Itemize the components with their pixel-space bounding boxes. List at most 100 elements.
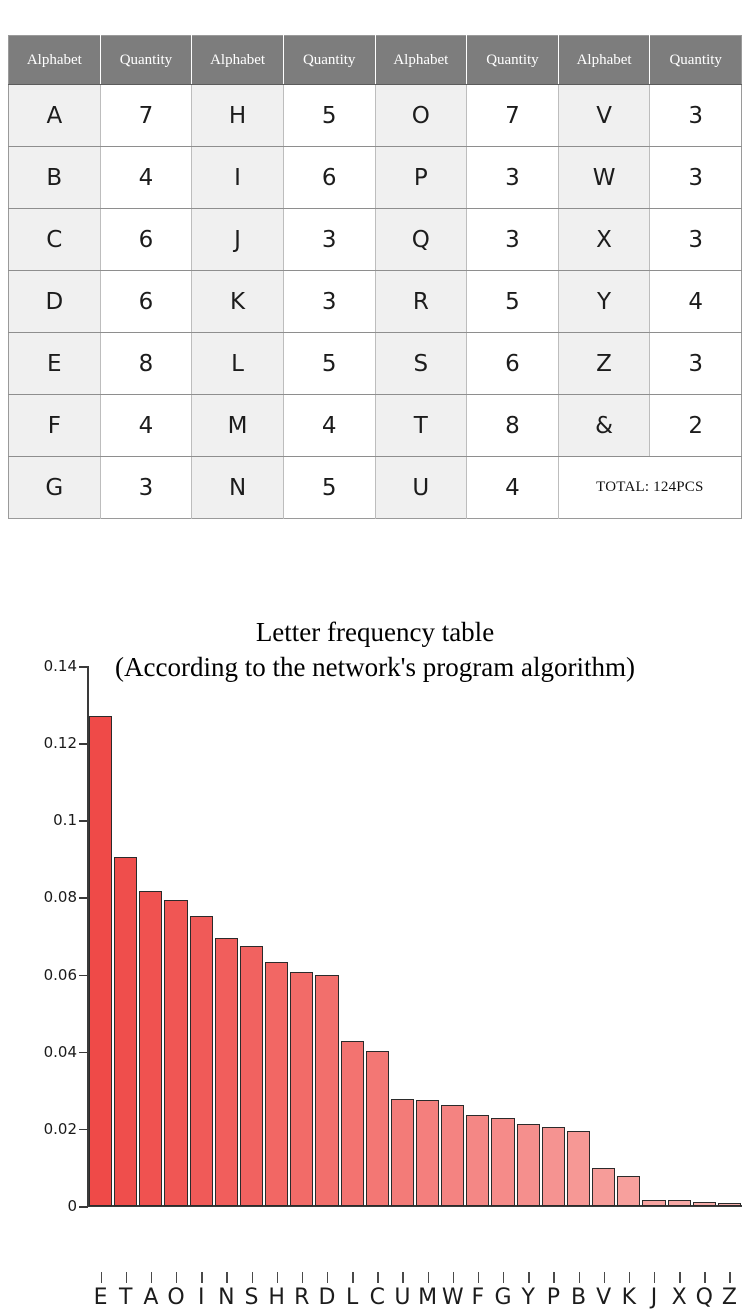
cell-quantity: 8 xyxy=(100,332,193,395)
x-axis-tick-mark xyxy=(226,1272,228,1283)
cell-alphabet: C xyxy=(8,208,101,271)
cell-alphabet: I xyxy=(191,146,284,209)
chart-bar xyxy=(592,1168,616,1206)
x-axis-tick-mark xyxy=(503,1272,505,1283)
cell-alphabet: Z xyxy=(558,332,651,395)
table-header-row: Alphabet Quantity Alphabet Quantity Alph… xyxy=(8,35,742,85)
cell-quantity: 4 xyxy=(283,394,376,457)
column-header-alphabet-4: Alphabet xyxy=(558,35,651,85)
x-axis-tick-label: R xyxy=(294,1285,310,1310)
y-axis-tick-mark xyxy=(79,1206,88,1208)
cell-alphabet: & xyxy=(558,394,651,457)
x-axis-tick-mark xyxy=(100,1272,102,1283)
x-axis-tick-mark xyxy=(201,1272,203,1283)
column-header-quantity-1: Quantity xyxy=(100,35,193,85)
x-axis-tick-label: J xyxy=(650,1285,658,1310)
chart-bar xyxy=(189,915,213,1206)
x-axis-tick-mark xyxy=(452,1272,455,1283)
cell-quantity: 3 xyxy=(649,84,742,147)
y-axis-tick-mark xyxy=(79,1051,88,1054)
x-axis-tick-mark xyxy=(553,1272,555,1283)
x-axis-tick-mark xyxy=(402,1272,404,1283)
table-row: F 4 M 4 T 8 & 2 xyxy=(8,394,742,457)
cell-alphabet: U xyxy=(375,456,468,519)
x-axis-tick-label: N xyxy=(218,1285,235,1310)
cell-alphabet: M xyxy=(191,394,284,457)
chart-bar xyxy=(516,1123,540,1206)
x-axis-tick-label: G xyxy=(494,1285,512,1310)
cell-alphabet: H xyxy=(191,84,284,147)
y-axis-tick: 0 xyxy=(67,1197,88,1215)
cell-alphabet: E xyxy=(8,332,101,395)
y-axis-tick-mark xyxy=(79,820,88,822)
cell-alphabet: V xyxy=(558,84,651,147)
cell-quantity: 3 xyxy=(100,456,193,519)
x-axis-tick-mark xyxy=(176,1272,178,1283)
y-axis-tick: 0.12 xyxy=(44,734,88,752)
cell-alphabet: X xyxy=(558,208,651,271)
cell-alphabet: L xyxy=(191,332,284,395)
x-axis-tick-label: F xyxy=(471,1285,485,1310)
chart-bar xyxy=(491,1118,515,1206)
table-row: A7H5O7V3 xyxy=(8,84,742,147)
x-axis-tick-mark xyxy=(125,1272,128,1283)
cell-quantity: 5 xyxy=(283,332,376,395)
chart-bar xyxy=(114,856,138,1206)
chart-bar xyxy=(315,975,339,1206)
x-axis-tick-label: I xyxy=(197,1285,205,1310)
cell-quantity: 3 xyxy=(649,332,742,395)
cell-alphabet: Q xyxy=(375,208,468,271)
cell-alphabet: W xyxy=(558,146,651,209)
cell-alphabet: Y xyxy=(558,270,651,333)
x-axis-tick-mark xyxy=(377,1272,379,1283)
table-row: E8L5S6Z3 xyxy=(8,332,742,395)
chart-title: Letter frequency table xyxy=(255,617,495,647)
cell-quantity: 7 xyxy=(100,84,193,147)
column-header-alphabet-3: Alphabet xyxy=(375,35,468,85)
cell-quantity: 6 xyxy=(100,270,193,333)
chart-bar xyxy=(541,1127,565,1206)
chart-bar xyxy=(441,1105,465,1206)
x-axis-tick-mark xyxy=(251,1272,253,1283)
x-axis-tick-mark xyxy=(276,1272,279,1283)
x-axis-tick-label: K xyxy=(621,1285,637,1310)
cell-alphabet: N xyxy=(191,456,284,519)
x-axis-tick-label: S xyxy=(244,1285,259,1310)
letter-quantity-table: Alphabet Quantity Alphabet Quantity Alph… xyxy=(8,35,742,519)
chart-bar xyxy=(365,1050,389,1206)
cell-quantity: 3 xyxy=(649,208,742,271)
x-axis-tick-label: C xyxy=(369,1285,385,1310)
x-axis-tick-label: W xyxy=(441,1285,464,1310)
x-axis-tick-label: D xyxy=(318,1285,336,1310)
chart-bar xyxy=(239,946,264,1206)
x-axis-tick-label: A xyxy=(143,1285,159,1310)
y-axis-tick: 0.06 xyxy=(44,966,88,984)
table-row: B4I6P3W3 xyxy=(8,146,742,209)
chart-bar xyxy=(265,961,289,1206)
x-axis-tick-mark xyxy=(679,1272,681,1283)
y-axis-tick: 0.02 xyxy=(44,1120,88,1138)
chart-bar xyxy=(416,1099,440,1206)
cell-quantity: 4 xyxy=(100,146,193,209)
chart-bar xyxy=(139,890,163,1206)
column-header-alphabet-2: Alphabet xyxy=(191,35,284,85)
y-axis-tick: 0.1 xyxy=(53,811,88,829)
cell-quantity: 6 xyxy=(283,146,376,209)
chart-bar xyxy=(390,1098,414,1206)
cell-alphabet: A xyxy=(8,84,101,147)
y-axis-tick-mark xyxy=(79,974,88,977)
column-header-alphabet-1: Alphabet xyxy=(8,35,101,85)
chart-bar xyxy=(566,1130,591,1206)
total-cell: TOTAL: 124PCS xyxy=(558,456,742,519)
chart-bar xyxy=(617,1176,641,1206)
chart-bar xyxy=(164,899,188,1206)
x-axis-tick-mark xyxy=(628,1272,631,1283)
y-axis-tick-mark xyxy=(79,743,88,745)
letter-frequency-chart-section: Letter frequency table (According to the… xyxy=(0,600,750,1310)
cell-quantity: 6 xyxy=(466,332,559,395)
y-axis-tick-mark xyxy=(79,666,88,668)
x-axis-tick-label: L xyxy=(345,1285,359,1310)
cell-quantity: 5 xyxy=(283,84,376,147)
cell-quantity: 4 xyxy=(649,270,742,333)
cell-alphabet: K xyxy=(191,270,284,333)
